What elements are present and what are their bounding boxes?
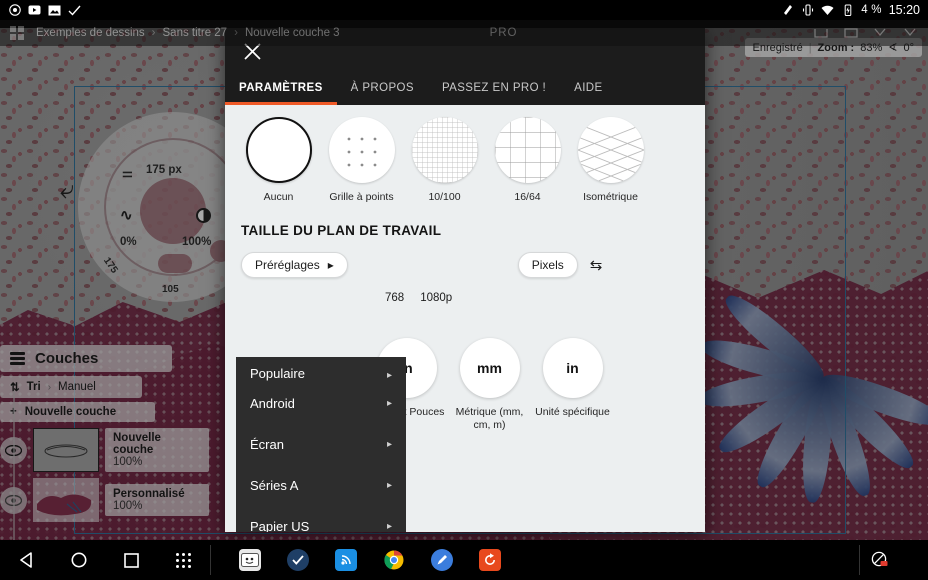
tab-a-propos[interactable]: À PROPOS bbox=[337, 71, 428, 105]
recorder-icon[interactable] bbox=[479, 549, 501, 571]
grid-coarse-icon bbox=[494, 117, 561, 183]
menu-item-papier-us[interactable]: Papier US ▸ bbox=[236, 506, 406, 532]
back-icon[interactable] bbox=[6, 540, 46, 580]
menu-item-populaire[interactable]: Populaire ▸ bbox=[236, 357, 406, 383]
clock: 15:20 bbox=[888, 3, 920, 17]
preset-chip-768[interactable]: 768 bbox=[385, 292, 404, 304]
battery-percent: 4 % bbox=[861, 4, 882, 16]
grid-none-icon bbox=[245, 117, 312, 183]
system-status-bar: 4 % 15:20 bbox=[0, 0, 928, 20]
overflow-icon[interactable] bbox=[904, 27, 918, 39]
presets-button[interactable]: Préréglages ▸ bbox=[241, 252, 348, 278]
transform-icon[interactable] bbox=[814, 27, 828, 39]
checkmark-icon bbox=[68, 4, 81, 17]
apps-grid-icon[interactable] bbox=[10, 26, 24, 40]
unit-symbol: in bbox=[542, 338, 603, 398]
unit-label: Métrique (mm, cm, m) bbox=[455, 406, 524, 432]
system-nav-bar bbox=[0, 540, 928, 580]
section-title-artboard: TAILLE DU PLAN DE TRAVAIL bbox=[241, 223, 442, 238]
settings-dialog: PARAMÈTRES À PROPOS PASSEZ EN PRO ! AIDE… bbox=[225, 28, 705, 532]
pro-badge[interactable]: PRO bbox=[490, 27, 518, 39]
grid-option-label: Isométrique bbox=[583, 191, 638, 203]
unit-symbol: mm bbox=[459, 338, 520, 398]
menu-item-ecran[interactable]: Écran ▸ bbox=[236, 424, 406, 465]
grid-option-isometrique[interactable]: Isométrique bbox=[569, 117, 652, 203]
units-toggle-group: Pixels ⇆ bbox=[517, 252, 603, 278]
nav-end-group bbox=[859, 540, 928, 580]
grid-fine-icon bbox=[411, 117, 478, 183]
tab-passez-en-pro[interactable]: PASSEZ EN PRO ! bbox=[428, 71, 560, 105]
photos-icon bbox=[48, 4, 61, 17]
grid-dots-icon bbox=[328, 117, 395, 183]
no-disturb-icon[interactable] bbox=[860, 540, 900, 580]
nav-system-buttons bbox=[0, 540, 210, 580]
chrome-icon[interactable] bbox=[383, 549, 405, 571]
unit-option-specific[interactable]: in Unité spécifique bbox=[531, 338, 614, 432]
status-bar-notifications bbox=[8, 4, 81, 17]
save-icon[interactable] bbox=[844, 27, 858, 39]
tab-aide[interactable]: AIDE bbox=[560, 71, 616, 105]
messages-icon[interactable] bbox=[239, 549, 261, 571]
tasks-check-icon[interactable] bbox=[287, 549, 309, 571]
breadcrumb-separator: › bbox=[234, 27, 238, 39]
breadcrumb-separator: › bbox=[151, 27, 156, 39]
grid-option-label: Grille à points bbox=[329, 191, 394, 203]
menu-item-label: Android bbox=[250, 396, 295, 411]
grid-option-aucun[interactable]: Aucun bbox=[237, 117, 320, 203]
unit-label: Unité spécifique bbox=[535, 406, 610, 418]
cast-icon[interactable] bbox=[335, 549, 357, 571]
menu-item-label: Populaire bbox=[250, 366, 305, 381]
grid-isometric-icon bbox=[577, 117, 644, 183]
wifi-icon bbox=[821, 4, 834, 17]
menu-item-label: Séries A bbox=[250, 478, 299, 493]
pencil-icon[interactable] bbox=[431, 549, 453, 571]
presets-label: Préréglages bbox=[255, 258, 320, 272]
chevron-right-icon: ▸ bbox=[327, 258, 334, 272]
presets-row: Préréglages ▸ Pixels ⇆ bbox=[225, 238, 705, 278]
unit-option-metric[interactable]: mm Métrique (mm, cm, m) bbox=[448, 338, 531, 432]
chevron-right-icon: ▸ bbox=[386, 480, 392, 491]
chevron-right-icon: ▸ bbox=[386, 398, 392, 409]
grid-option-label: 16/64 bbox=[514, 191, 541, 203]
pixels-button[interactable]: Pixels bbox=[517, 252, 578, 278]
grid-option-10-100[interactable]: 10/100 bbox=[403, 117, 486, 203]
toolbar-actions bbox=[814, 27, 918, 39]
share-icon[interactable] bbox=[874, 27, 888, 39]
swap-arrows-icon[interactable]: ⇆ bbox=[590, 256, 603, 274]
vibrate-icon bbox=[781, 4, 794, 17]
grid-options-row: Aucun Grille à points 10/100 16/64 Isomé… bbox=[225, 105, 705, 207]
apps-drawer-icon[interactable] bbox=[164, 540, 204, 580]
rotate-icon bbox=[801, 4, 814, 17]
screen: ⚌ 175 px 0% 100% 52.5 175 105 175 ∿ ⤶ Co… bbox=[0, 0, 928, 580]
nav-app-shortcuts bbox=[211, 549, 501, 571]
breadcrumb-document[interactable]: Sans titre 27 bbox=[163, 27, 228, 39]
presets-dropdown-menu[interactable]: Populaire ▸ Android ▸ Écran ▸ Séries A ▸… bbox=[236, 357, 406, 532]
status-bar-system: 4 % 15:20 bbox=[781, 3, 920, 17]
preset-chips-row: 768 1080p bbox=[225, 278, 705, 304]
preset-chip-1080p[interactable]: 1080p bbox=[420, 292, 452, 304]
battery-charging-icon bbox=[841, 4, 854, 17]
breadcrumb-layer[interactable]: Nouvelle couche 3 bbox=[245, 27, 340, 39]
grid-option-points[interactable]: Grille à points bbox=[320, 117, 403, 203]
app-toolbar: Exemples de dessins › Sans titre 27 › No… bbox=[0, 20, 928, 46]
tab-parametres[interactable]: PARAMÈTRES bbox=[225, 71, 337, 105]
dialog-tabs: PARAMÈTRES À PROPOS PASSEZ EN PRO ! AIDE bbox=[225, 71, 705, 105]
chrome-icon bbox=[8, 4, 21, 17]
breadcrumb-gallery[interactable]: Exemples de dessins bbox=[36, 27, 145, 39]
chevron-right-icon: ▸ bbox=[386, 439, 392, 450]
grid-option-label: Aucun bbox=[263, 191, 294, 203]
dialog-body: Aucun Grille à points 10/100 16/64 Isomé… bbox=[225, 105, 705, 532]
chevron-right-icon: ▸ bbox=[386, 370, 392, 381]
menu-item-android[interactable]: Android ▸ bbox=[236, 383, 406, 424]
grid-option-16-64[interactable]: 16/64 bbox=[486, 117, 569, 203]
youtube-icon bbox=[28, 4, 41, 17]
home-icon[interactable] bbox=[59, 540, 99, 580]
menu-item-series-a[interactable]: Séries A ▸ bbox=[236, 465, 406, 506]
grid-option-label: 10/100 bbox=[428, 191, 461, 203]
menu-item-label: Écran bbox=[250, 437, 284, 452]
recents-icon[interactable] bbox=[111, 540, 151, 580]
chevron-right-icon: ▸ bbox=[386, 521, 392, 532]
menu-item-label: Papier US bbox=[250, 519, 310, 532]
